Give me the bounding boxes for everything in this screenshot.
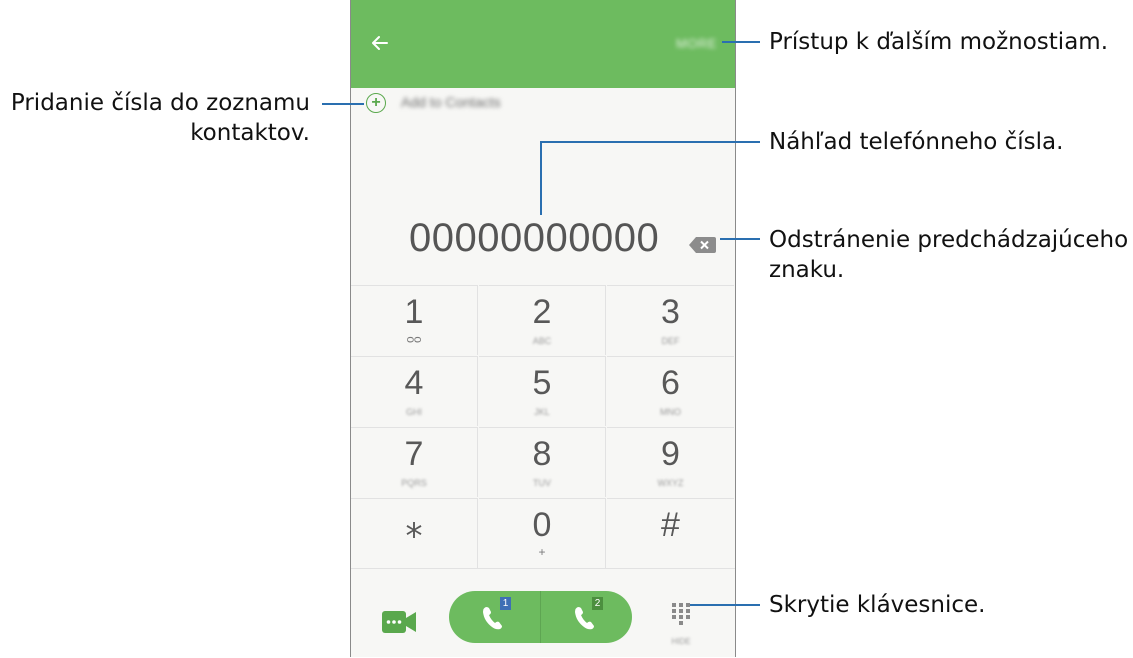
annotation-add-contact-line2: kontaktov. bbox=[190, 120, 310, 146]
call-sim1-button[interactable]: 1 bbox=[449, 591, 541, 643]
key-letters: WXYZ bbox=[657, 478, 684, 488]
key-digit: 7 bbox=[404, 435, 424, 473]
callout-line-hide bbox=[690, 604, 760, 606]
annotation-more-options: Prístup k ďalším možnostiam. bbox=[769, 29, 1109, 55]
key-12[interactable]: # bbox=[607, 498, 734, 568]
callout-line-add bbox=[322, 103, 364, 105]
key-letters: MNO bbox=[660, 407, 681, 417]
hide-keypad-label: HIDE bbox=[671, 637, 691, 646]
key-letters: GHI bbox=[405, 407, 422, 417]
key-11[interactable]: 0 + bbox=[479, 498, 606, 568]
callout-line-preview-h bbox=[540, 141, 760, 143]
dial-number-row: 00000000000 bbox=[351, 216, 735, 276]
key-digit: 3 bbox=[661, 293, 680, 331]
backspace-icon[interactable] bbox=[687, 234, 717, 256]
key-digit: 9 bbox=[661, 435, 680, 473]
key-digit: 6 bbox=[661, 364, 680, 402]
key-8[interactable]: 8 TUV bbox=[479, 427, 606, 497]
callout-line-delete bbox=[720, 238, 760, 240]
key-7[interactable]: 7 PQRS bbox=[351, 427, 478, 497]
key-digit: 1 bbox=[404, 293, 424, 331]
key-letters: TUV bbox=[533, 478, 551, 488]
app-bar: MORE bbox=[351, 0, 735, 88]
key-4[interactable]: 4 GHI bbox=[351, 356, 478, 426]
key-2[interactable]: 2 ABC bbox=[479, 285, 606, 355]
annotation-preview: Náhľad telefónneho čísla. bbox=[769, 129, 1064, 155]
key-letters: JKL bbox=[534, 407, 550, 417]
add-icon: + bbox=[366, 93, 386, 113]
more-button[interactable]: MORE bbox=[676, 36, 717, 51]
add-to-contacts-row[interactable]: + Add to Contacts bbox=[351, 88, 735, 120]
bottom-action-bar: 1 2 HIDE bbox=[351, 568, 735, 658]
key-digit: 4 bbox=[404, 364, 424, 402]
key-letters: + bbox=[538, 545, 546, 559]
key-5[interactable]: 5 JKL bbox=[479, 356, 606, 426]
key-digit: 2 bbox=[532, 293, 552, 331]
key-digit: # bbox=[661, 506, 680, 544]
voicemail-icon: ᴑᴑ bbox=[406, 332, 422, 346]
sim2-badge: 2 bbox=[592, 597, 603, 610]
call-buttons: 1 2 bbox=[449, 591, 632, 643]
annotation-delete-line2: znaku. bbox=[769, 257, 845, 283]
key-letters: PQRS bbox=[401, 478, 427, 488]
key-digit: ⁎ bbox=[405, 507, 423, 545]
annotation-add-contact-line1: Pridanie čísla do zoznamu bbox=[10, 90, 310, 116]
annotation-delete-line1: Odstránenie predchádzajúceho bbox=[769, 227, 1129, 253]
add-to-contacts-label: Add to Contacts bbox=[401, 94, 501, 110]
key-6[interactable]: 6 MNO bbox=[607, 356, 734, 426]
key-letters: ABC bbox=[532, 336, 552, 346]
key-digit: 0 bbox=[532, 506, 552, 544]
key-digit: 5 bbox=[532, 364, 552, 402]
key-9[interactable]: 9 WXYZ bbox=[607, 427, 734, 497]
back-arrow-icon[interactable] bbox=[365, 28, 395, 58]
call-sim2-button[interactable]: 2 bbox=[541, 591, 632, 643]
sim1-badge: 1 bbox=[500, 597, 511, 610]
key-letters: DEF bbox=[661, 336, 680, 346]
video-call-icon[interactable] bbox=[382, 611, 416, 633]
key-3[interactable]: 3 DEF bbox=[607, 285, 734, 355]
key-1[interactable]: 1 ᴑᴑ bbox=[351, 285, 478, 355]
dial-number-display[interactable]: 00000000000 bbox=[409, 216, 659, 261]
annotation-hide-keypad: Skrytie klávesnice. bbox=[769, 592, 986, 618]
callout-line-preview-v bbox=[540, 141, 542, 215]
callout-line-more bbox=[722, 41, 760, 43]
key-10[interactable]: ⁎ bbox=[351, 498, 478, 568]
phone-screen: MORE + Add to Contacts 00000000000 1 2 H… bbox=[350, 0, 736, 657]
key-digit: 8 bbox=[532, 435, 552, 473]
